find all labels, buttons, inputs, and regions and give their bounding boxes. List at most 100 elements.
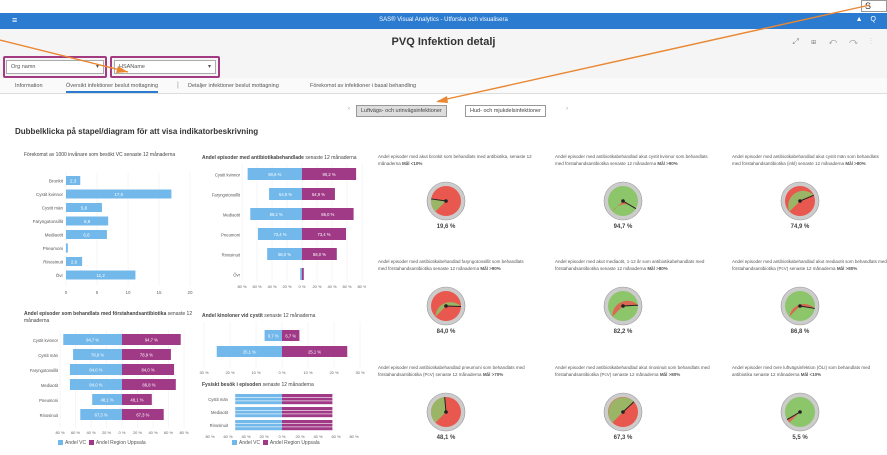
chart5-bar-region[interactable]: [282, 414, 333, 418]
chart1-tick-label: 5: [96, 290, 99, 295]
chart1-data-label: 0,3: [69, 246, 76, 251]
chart5-bar-vc[interactable]: [235, 397, 282, 401]
gauge-caption: Andel episoder med antibiotikabehandlad …: [378, 364, 533, 378]
c3-category-label: Pneumoni: [39, 398, 58, 403]
gauge-caption: Andel episoder med antibiotikabehandlad …: [555, 153, 710, 167]
chart5-bar-vc[interactable]: [235, 420, 282, 423]
chart4-svg[interactable]: 30 % 20 % 10 % 0 % 10 % 20 % 30 % 6,7 % 6,7 % 25,…: [198, 322, 366, 378]
chart5-title: Fysiskt besök i episoden: [202, 382, 262, 388]
subtab-hud[interactable]: Hud- och mjukdelsinfektioner: [465, 105, 546, 117]
c3-tick-label: 80 %: [179, 430, 189, 435]
callout-box: S: [861, 0, 887, 12]
chart1-data-label: 2,6: [71, 259, 78, 264]
gauge-caption: Andel episoder med antibiotikabehandlad …: [555, 364, 710, 378]
org-name-dropdown[interactable]: Org namn ▾: [6, 60, 104, 74]
chart5-bar-region[interactable]: [282, 397, 333, 401]
chart3-svg[interactable]: 80 % 60 % 40 % 20 % 0 % 20 % 40 % 60 % 80 % Cysti…: [18, 330, 198, 438]
chart1-data-label: 11,2: [97, 273, 106, 278]
c2-data-label-region: 86,0 %: [321, 212, 334, 217]
c4-data-label-region: 25,1 %: [308, 349, 321, 354]
tab-oversikt[interactable]: Översikt infektioner beslut mottagning: [66, 83, 159, 93]
legend-vc-label: Andel VC: [65, 440, 87, 446]
c2-category-label: Rinosinuit: [222, 253, 241, 258]
c2-category-label: Mediaotit: [223, 213, 241, 218]
chart4-title-wrap: Andel kinoloner vid cystit senaste 12 må…: [202, 313, 362, 320]
chart1-data-label: 5,8: [81, 205, 88, 210]
chart5-tick-label: 20 %: [259, 434, 269, 439]
chart5-bar-region[interactable]: [282, 401, 333, 405]
chart1-title: Förekomst av 1000 invånare som besökt VC…: [24, 152, 176, 158]
report-toolbar-icons[interactable]: ⤢ ⊞ ↶ ↷ ⋮: [793, 37, 877, 47]
gauge-dial[interactable]: [603, 286, 643, 326]
tab-forekomst[interactable]: Förekomst av infektioner i basal behandl…: [310, 83, 416, 89]
chart5-tick-label: 60 %: [223, 434, 233, 439]
prev-icon[interactable]: ‹: [348, 106, 350, 112]
gauge-dial[interactable]: [426, 181, 466, 221]
chart5-bar-region[interactable]: [282, 423, 333, 427]
gauge-caption-text: Andel episoder med antibiotikabehandlad …: [555, 154, 708, 166]
instruction-heading: Dubbelklicka på stapel/diagram för att v…: [15, 127, 259, 136]
legend-swatch-region: [88, 440, 94, 446]
hsa-name-dropdown[interactable]: HSAName ▾: [114, 60, 216, 74]
c2-tick-label: 80 %: [237, 284, 247, 289]
chart5-bar-region[interactable]: [282, 420, 333, 423]
chart1-svg[interactable]: 0 5 10 15 20 Bronkit 2,3 Cystit kvinnor 17,0 Cyst…: [18, 172, 198, 298]
c3-tick-label: 60 %: [164, 430, 174, 435]
next-icon[interactable]: ›: [566, 106, 568, 112]
gauge-hub: [444, 199, 448, 203]
chart5-bar-vc[interactable]: [235, 423, 282, 427]
gauge-caption-text: Andel episoder med akut mediaotit, 1-12 …: [555, 259, 705, 271]
chart5-bar-vc[interactable]: [235, 407, 282, 410]
legend-right: Andel VC Andel Region Uppsala: [232, 440, 320, 446]
chart5-bar-vc[interactable]: [235, 401, 282, 405]
chart2-svg[interactable]: 80 % 60 % 40 % 20 % 0 % 20 % 40 % 60 % 80 % Cysti…: [198, 164, 366, 292]
chart1-category-label: Mediaotit: [45, 233, 64, 238]
c2-data-label-vc: 90,6 %: [268, 172, 281, 177]
gauge-value: 48,1 %: [436, 435, 456, 441]
gauge-value: 5,5 %: [792, 435, 808, 441]
chart5-bar-vc[interactable]: [235, 427, 282, 431]
header-tools[interactable]: ▲ Q: [856, 16, 879, 23]
chart5-bar-vc[interactable]: [235, 410, 282, 414]
chart5-svg[interactable]: 80 % 60 % 40 % 20 % 0 % 20 % 40 % 60 % 80 % Cysti…: [198, 390, 366, 442]
chart5-bar-region[interactable]: [282, 394, 333, 397]
gauge-dial[interactable]: [780, 392, 820, 432]
chart1-bar[interactable]: [66, 243, 68, 253]
c2-data-label-region: 54,9 %: [312, 192, 325, 197]
gauge-caption: Andel episoder med övre luftvägsinfektio…: [732, 364, 887, 378]
gauge-goal: Mål >70%: [482, 372, 504, 377]
tab-detaljer[interactable]: Detaljer infektioner beslut mottagning: [188, 83, 279, 89]
gauge-caption: Andel episoder med akut mediaotit, 1-12 …: [555, 258, 710, 272]
gauge-dial[interactable]: [426, 392, 466, 432]
subtab-luftvags[interactable]: Luftvägs- och urinvägsinfektioner: [356, 105, 447, 117]
c3-data-label-vc: 84,0 %: [89, 382, 102, 387]
gauge-goal: Mål >80%: [647, 266, 668, 271]
c4-tick-label: 20 %: [329, 370, 339, 375]
chart5-bar-region[interactable]: [282, 410, 333, 414]
c2-bar-region[interactable]: [302, 268, 304, 280]
chart1-category-label: Cystit kvinnor: [36, 192, 64, 197]
c3-data-label-region: 78,9 %: [140, 352, 153, 357]
c3-tick-label: 40 %: [86, 430, 96, 435]
gauge-dial[interactable]: [780, 181, 820, 221]
chart5-bar-region[interactable]: [282, 427, 333, 431]
gauge-dial[interactable]: [780, 286, 820, 326]
c4-tick-label: 0 %: [279, 370, 286, 375]
gauge-dial[interactable]: [603, 392, 643, 432]
gauge-hub: [798, 199, 802, 203]
chart5-title-wrap: Fysiskt besök i episoden senaste 12 måna…: [202, 382, 362, 389]
chart5-bar-vc[interactable]: [235, 414, 282, 418]
c2-tick-label: 20 %: [312, 284, 322, 289]
c2-data-label-region: 58,0 %: [313, 252, 326, 257]
c2-tick-label: 20 %: [282, 284, 292, 289]
chart5-bar-vc[interactable]: [235, 394, 282, 397]
tab-information[interactable]: Information: [15, 83, 43, 89]
chart5-tick-label: 20 %: [295, 434, 305, 439]
chart1-data-label: 2,3: [70, 178, 77, 183]
chart1-tick-label: 20: [187, 290, 193, 295]
gauge-dial[interactable]: [426, 286, 466, 326]
gauge-dial[interactable]: [603, 181, 643, 221]
gauge-caption-text: Andel episoder med antibiotikabehandlad …: [378, 259, 524, 271]
chart5-bar-region[interactable]: [282, 407, 333, 410]
c2-bar-vc[interactable]: [300, 268, 302, 280]
